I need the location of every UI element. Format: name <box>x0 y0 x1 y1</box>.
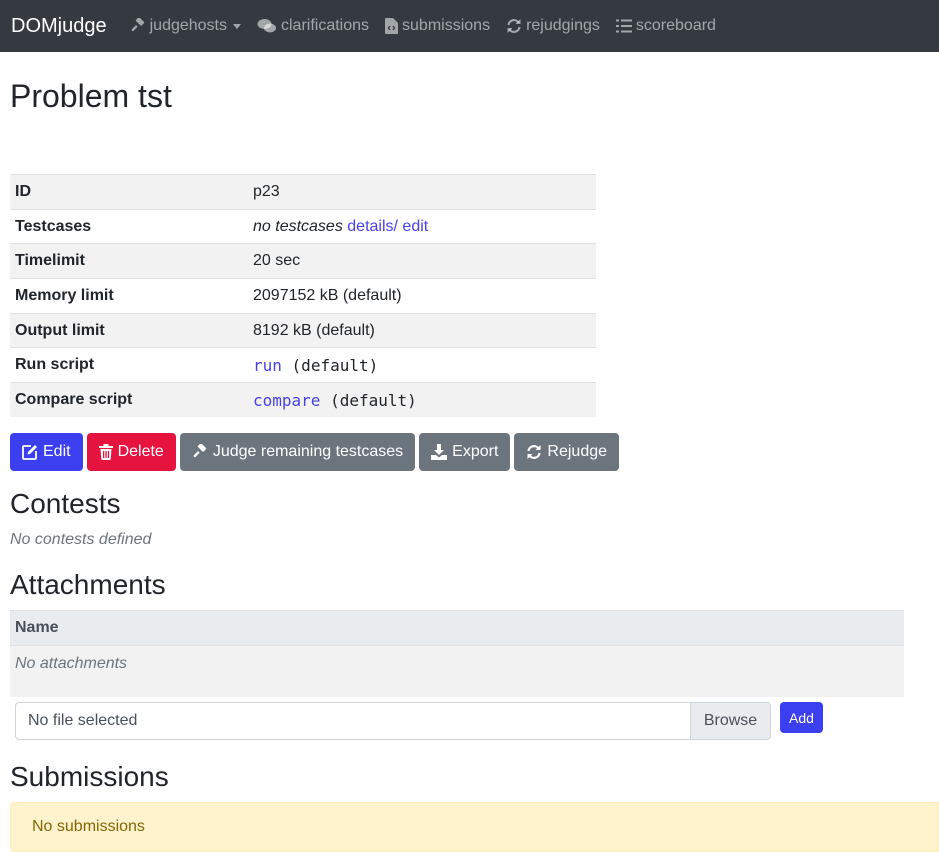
nav-scoreboard-label: scoreboard <box>635 17 716 34</box>
compare-script-link[interactable]: compare <box>253 391 320 410</box>
nav-rejudgings-label: rejudgings <box>526 17 600 34</box>
prop-row-memory: Memory limit 2097152 kB (default) <box>10 278 596 314</box>
attachments-table: Name No attachments <box>10 610 904 697</box>
download-icon <box>431 444 448 460</box>
file-code-icon <box>385 18 399 34</box>
problem-properties-table: ID p23 Testcases no testcases details/ e… <box>10 174 596 418</box>
export-button[interactable]: Export <box>419 433 511 471</box>
edit-button-label: Edit <box>43 443 71 460</box>
action-buttons: Edit Delete Judge remaining testcases Ex… <box>10 433 620 471</box>
delete-button[interactable]: Delete <box>86 433 176 471</box>
column-header-name: Name <box>10 610 904 646</box>
prop-row-output: Output limit 8192 kB (default) <box>10 312 596 348</box>
file-name-display[interactable]: No file selected <box>16 703 690 739</box>
attachment-file-input[interactable]: No file selected Browse <box>15 702 771 740</box>
contests-heading: Contests <box>10 488 121 519</box>
nav-scoreboard[interactable]: scoreboard <box>615 17 716 35</box>
nav-submissions[interactable]: submissions <box>385 17 490 35</box>
prop-value: 8192 kB (default) <box>249 312 596 348</box>
gavel-icon <box>193 444 207 458</box>
prop-value: p23 <box>249 174 596 210</box>
prop-value: compare (default) <box>249 382 596 418</box>
rejudge-button[interactable]: Rejudge <box>514 433 620 471</box>
navbar: DOMjudge judgehosts clarifications submi… <box>0 0 939 52</box>
prop-row-run-script: Run script run (default) <box>10 347 596 383</box>
trash-icon <box>98 444 113 460</box>
prop-row-id: ID p23 <box>10 174 596 210</box>
nav-clarifications-label: clarifications <box>281 17 370 34</box>
prop-value: 2097152 kB (default) <box>249 278 596 314</box>
gavel-icon <box>131 18 144 32</box>
add-attachment-button[interactable]: Add <box>780 702 823 733</box>
nav-clarifications[interactable]: clarifications <box>257 17 369 35</box>
delete-button-label: Delete <box>117 443 164 460</box>
nav-rejudgings[interactable]: rejudgings <box>506 17 600 35</box>
browse-button[interactable]: Browse <box>690 703 770 739</box>
judge-remaining-label: Judge remaining testcases <box>212 443 404 460</box>
edit-button[interactable]: Edit <box>10 433 83 471</box>
testcases-value: no testcases <box>253 217 343 235</box>
submissions-heading: Submissions <box>10 761 169 792</box>
submissions-empty-alert: No submissions <box>10 802 939 852</box>
prop-label: Timelimit <box>10 243 249 279</box>
run-script-suffix: (default) <box>291 355 379 375</box>
nav-judgehosts-label: judgehosts <box>149 17 227 34</box>
prop-row-timelimit: Timelimit 20 sec <box>10 243 596 279</box>
comments-icon <box>257 19 276 33</box>
run-script-link[interactable]: run <box>253 356 282 375</box>
prop-value: run (default) <box>249 347 596 383</box>
export-button-label: Export <box>452 443 499 460</box>
prop-row-testcases: Testcases no testcases details/ edit <box>10 208 596 244</box>
page-title: Problem tst <box>10 78 172 114</box>
attachments-heading: Attachments <box>10 569 166 600</box>
prop-row-compare-script: Compare script compare (default) <box>10 382 596 418</box>
sync-icon <box>507 19 521 33</box>
prop-value: no testcases details/ edit <box>249 208 596 244</box>
list-ol-icon <box>615 19 632 33</box>
contests-empty: No contests defined <box>10 531 152 548</box>
caret-down-icon <box>233 23 241 29</box>
nav-submissions-label: submissions <box>402 17 491 34</box>
prop-label: Testcases <box>10 208 249 244</box>
prop-label: Run script <box>10 347 249 383</box>
sync-icon <box>527 445 541 459</box>
edit-icon <box>22 445 37 460</box>
brand-link[interactable]: DOMjudge <box>11 15 107 38</box>
rejudge-button-label: Rejudge <box>547 443 608 460</box>
prop-label: Memory limit <box>10 278 249 314</box>
nav-judgehosts[interactable]: judgehosts <box>130 17 241 35</box>
prop-value: 20 sec <box>249 243 596 279</box>
prop-label: Output limit <box>10 312 249 348</box>
testcases-details-link[interactable]: details/ edit <box>347 218 428 235</box>
prop-label: ID <box>10 174 249 210</box>
prop-label: Compare script <box>10 382 249 418</box>
attachments-empty: No attachments <box>10 645 904 697</box>
compare-script-suffix: (default) <box>330 390 417 410</box>
judge-remaining-button[interactable]: Judge remaining testcases <box>179 433 416 471</box>
